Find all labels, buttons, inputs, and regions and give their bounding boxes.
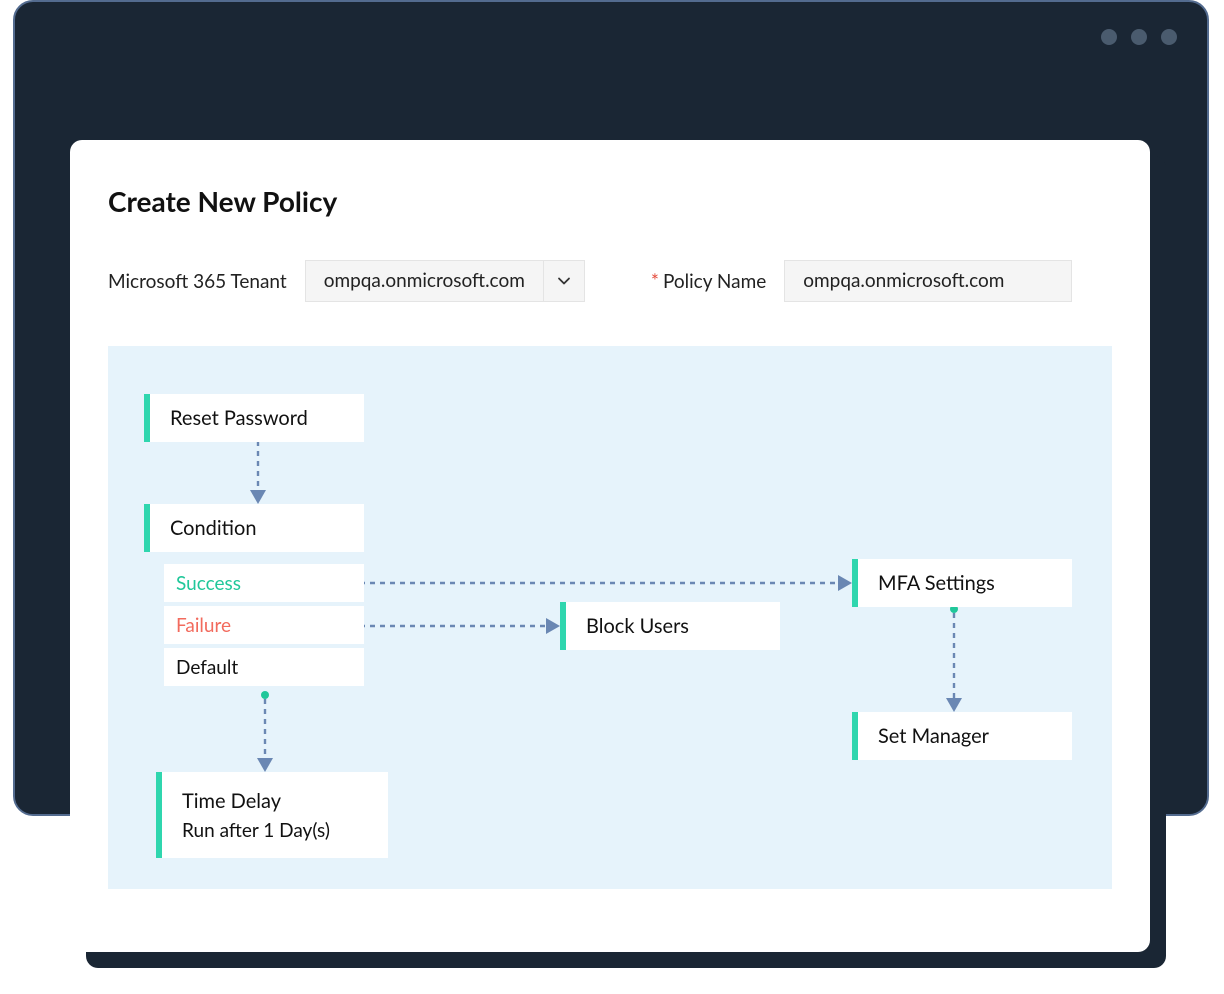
stage: Create New Policy Microsoft 365 Tenant o…	[0, 0, 1224, 994]
chevron-down-icon[interactable]	[543, 261, 584, 301]
tenant-select-value: ompqa.onmicrosoft.com	[306, 261, 543, 301]
node-time-delay[interactable]: Time Delay Run after 1 Day(s)	[156, 772, 388, 858]
node-block-users[interactable]: Block Users	[560, 602, 780, 650]
policy-card: Create New Policy Microsoft 365 Tenant o…	[70, 140, 1150, 952]
branch-label: Failure	[176, 614, 231, 637]
branch-success[interactable]: Success	[164, 564, 364, 602]
time-delay-title: Time Delay	[162, 789, 301, 813]
branch-label: Default	[176, 656, 238, 679]
branch-failure[interactable]: Failure	[164, 606, 364, 644]
node-label: Reset Password	[150, 406, 328, 430]
form-row: Microsoft 365 Tenant ompqa.onmicrosoft.c…	[108, 260, 1112, 302]
flow-canvas: Reset Password Condition Success Failure…	[108, 346, 1112, 889]
policy-name-label: *Policy Name	[651, 270, 766, 293]
browser-titlebar	[15, 2, 1207, 74]
node-label: Set Manager	[858, 724, 1009, 748]
tenant-label: Microsoft 365 Tenant	[108, 270, 287, 293]
policy-name-input[interactable]: ompqa.onmicrosoft.com	[784, 260, 1072, 302]
node-label: Block Users	[566, 614, 709, 638]
node-label: Condition	[150, 516, 276, 540]
node-set-manager[interactable]: Set Manager	[852, 712, 1072, 760]
branch-label: Success	[176, 572, 241, 595]
policy-name-label-text: Policy Name	[663, 270, 766, 293]
node-reset-password[interactable]: Reset Password	[144, 394, 364, 442]
page-title: Create New Policy	[108, 184, 1112, 218]
node-mfa-settings[interactable]: MFA Settings	[852, 559, 1072, 607]
node-condition[interactable]: Condition	[144, 504, 364, 552]
branch-default[interactable]: Default	[164, 648, 364, 686]
window-dot-icon	[1161, 29, 1177, 45]
tenant-select[interactable]: ompqa.onmicrosoft.com	[305, 260, 585, 302]
time-delay-sub: Run after 1 Day(s)	[162, 819, 350, 842]
window-dot-icon	[1131, 29, 1147, 45]
window-dot-icon	[1101, 29, 1117, 45]
node-label: MFA Settings	[858, 571, 1015, 595]
